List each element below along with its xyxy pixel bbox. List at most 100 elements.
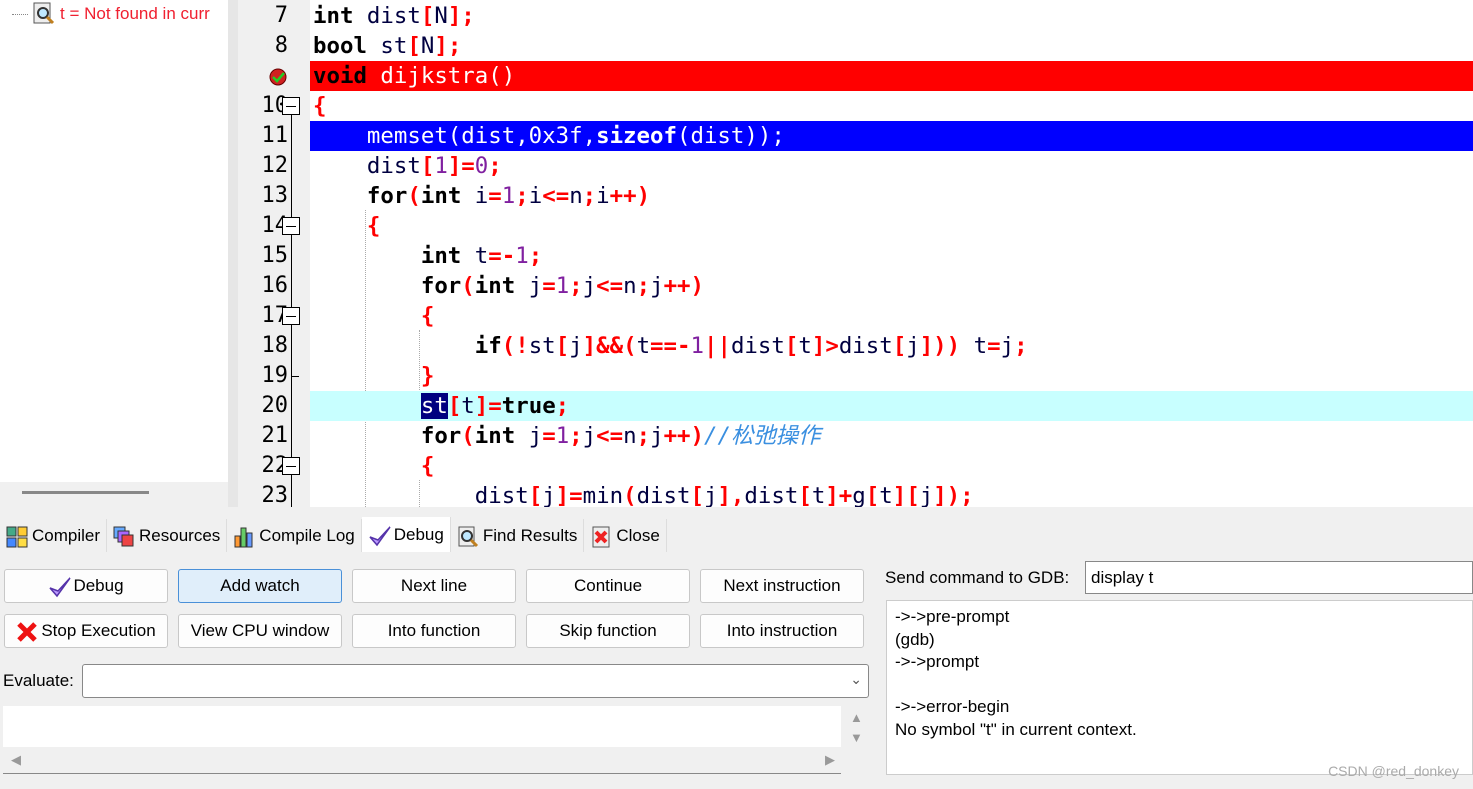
- code-token: st: [366, 33, 408, 59]
- line-number[interactable]: 10: [238, 91, 289, 121]
- code-token: ]+: [825, 483, 853, 507]
- tab-find-results[interactable]: Find Results: [450, 519, 585, 552]
- debug-button[interactable]: Debug: [4, 569, 168, 603]
- stop-execution-button[interactable]: Stop Execution: [4, 614, 168, 648]
- code-line[interactable]: for(int j=1;j<=n;j++): [310, 271, 1473, 301]
- line-number[interactable]: 21: [238, 421, 289, 451]
- code-line[interactable]: void dijkstra(): [310, 61, 1473, 91]
- tab-compiler[interactable]: Compiler: [0, 519, 108, 552]
- gdb-command-input[interactable]: display t: [1085, 561, 1473, 594]
- code-editor[interactable]: int dist[N]; bool st[N]; void dijkstra(){ …: [310, 0, 1473, 507]
- fold-toggle[interactable]: [282, 307, 300, 325]
- line-number[interactable]: 16: [238, 271, 289, 301]
- button-label: Into instruction: [726, 621, 838, 640]
- grid-icon: [6, 526, 28, 547]
- scroll-left-icon[interactable]: ◀: [11, 752, 21, 768]
- line-number[interactable]: 18: [238, 331, 289, 361]
- code-token: <=: [596, 423, 624, 449]
- code-line[interactable]: {: [310, 211, 1473, 241]
- skip-function-button[interactable]: Skip function: [526, 614, 690, 648]
- code-line[interactable]: }: [310, 361, 1473, 391]
- fold-toggle[interactable]: [282, 457, 300, 475]
- bar-chart-icon: [233, 526, 253, 547]
- code-token: dist: [313, 483, 529, 507]
- code-line[interactable]: {: [310, 301, 1473, 331]
- splitter[interactable]: [228, 0, 238, 507]
- code-token: int: [474, 423, 516, 449]
- line-number[interactable]: 13: [238, 181, 289, 211]
- code-line[interactable]: int dist[N];: [310, 1, 1473, 31]
- code-line[interactable]: int t=-1;: [310, 241, 1473, 271]
- fold-toggle[interactable]: [282, 217, 300, 235]
- code-token: ][: [892, 483, 920, 507]
- code-token: int: [420, 183, 462, 209]
- code-line[interactable]: st[t]=true;: [310, 391, 1473, 421]
- line-number[interactable]: [238, 61, 288, 91]
- chevron-down-icon[interactable]: ⌄: [850, 671, 862, 688]
- code-token: [: [420, 153, 435, 179]
- view-cpu-window-button[interactable]: View CPU window: [178, 614, 342, 648]
- scroll-up-icon[interactable]: ▲: [850, 710, 863, 725]
- code-token: ++): [663, 273, 705, 299]
- tab-debug[interactable]: Debug: [361, 517, 451, 552]
- code-token: N: [420, 33, 435, 59]
- line-number-gutter: 7 8 10 11 12 13 14 15 16 17 18 19 20 21 22 23: [238, 0, 310, 507]
- tab-label: Close: [616, 525, 660, 545]
- line-number[interactable]: 19: [238, 361, 289, 391]
- code-line[interactable]: dist[j]=min(dist[j],dist[t]+g[t][j]);: [310, 481, 1473, 507]
- line-number[interactable]: 11: [238, 121, 289, 151]
- code-line[interactable]: bool st[N];: [310, 31, 1473, 61]
- line-number[interactable]: 12: [238, 151, 289, 181]
- code-token: (: [623, 483, 637, 507]
- code-line[interactable]: if(!st[j]&&(t==-1||dist[t]>dist[j])) t=j…: [310, 331, 1473, 361]
- code-token: if: [313, 333, 502, 359]
- fold-toggle[interactable]: [282, 97, 300, 115]
- code-token: st: [420, 393, 448, 419]
- code-line[interactable]: for(int j=1;j<=n;j++)//松弛操作: [310, 421, 1473, 451]
- next-instruction-button[interactable]: Next instruction: [700, 569, 864, 603]
- code-token: dist: [636, 483, 691, 507]
- code-line[interactable]: dist[1]=0;: [310, 151, 1473, 181]
- code-token: ;: [528, 243, 543, 269]
- line-number[interactable]: 14: [238, 211, 289, 241]
- code-line[interactable]: for(int i=1;i<=n;i++): [310, 181, 1473, 211]
- code-line[interactable]: memset(dist,0x3f,sizeof(dist));: [310, 121, 1473, 151]
- scroll-down-icon[interactable]: ▼: [850, 730, 863, 745]
- into-instruction-button[interactable]: Into instruction: [700, 614, 864, 648]
- code-token: ||: [703, 333, 731, 359]
- line-number[interactable]: 23: [238, 481, 289, 507]
- continue-button[interactable]: Continue: [526, 569, 690, 603]
- line-number[interactable]: 22: [238, 451, 289, 481]
- into-function-button[interactable]: Into function: [352, 614, 516, 648]
- next-line-button[interactable]: Next line: [352, 569, 516, 603]
- line-number[interactable]: 8: [238, 31, 288, 61]
- code-token: memset(dist,0x3f,: [313, 123, 597, 149]
- add-watch-button[interactable]: Add watch: [178, 569, 342, 603]
- line-number[interactable]: 15: [238, 241, 289, 271]
- tab-label: Compile Log: [259, 525, 355, 545]
- vertical-scrollbar[interactable]: ▲ ▼: [841, 706, 869, 774]
- code-token: {: [313, 453, 435, 479]
- code-token: 1: [555, 423, 570, 449]
- line-number[interactable]: 20: [238, 391, 289, 421]
- button-label: Next line: [400, 576, 468, 595]
- code-token: =: [987, 333, 1001, 359]
- tab-close[interactable]: Close: [584, 519, 667, 552]
- line-number[interactable]: 7: [238, 1, 288, 31]
- code-line[interactable]: {: [310, 451, 1473, 481]
- watch-item[interactable]: t = Not found in curr: [12, 2, 210, 26]
- tab-label: Debug: [393, 524, 444, 544]
- code-line[interactable]: {: [310, 91, 1473, 121]
- scroll-right-icon[interactable]: ▶: [825, 752, 835, 768]
- horizontal-scrollbar[interactable]: [0, 482, 228, 507]
- tab-resources[interactable]: Resources: [107, 519, 228, 552]
- tab-compile-log[interactable]: Compile Log: [227, 519, 362, 552]
- evaluate-input[interactable]: ⌄: [82, 664, 869, 698]
- code-token: j: [542, 483, 556, 507]
- code-token: [: [798, 483, 812, 507]
- line-number[interactable]: 17: [238, 301, 289, 331]
- breakpoint-icon[interactable]: [268, 67, 288, 87]
- horizontal-scrollbar[interactable]: ◀ ▶: [3, 747, 841, 773]
- code-token: ;: [636, 273, 651, 299]
- scrollbar-thumb[interactable]: [22, 491, 149, 494]
